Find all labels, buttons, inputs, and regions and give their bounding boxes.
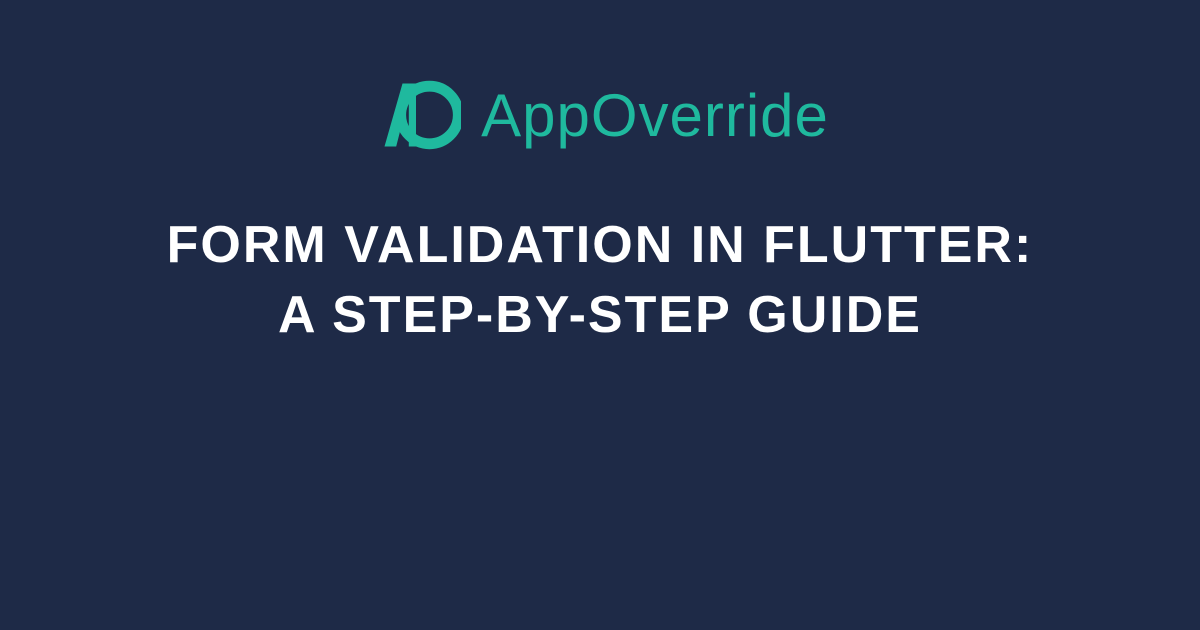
logo-container: AppOverride xyxy=(371,70,829,160)
brand-name: AppOverride xyxy=(481,81,829,150)
brand-logo-icon xyxy=(371,70,461,160)
page-title: Form Validation in Flutter: A Step-by-St… xyxy=(150,210,1050,350)
